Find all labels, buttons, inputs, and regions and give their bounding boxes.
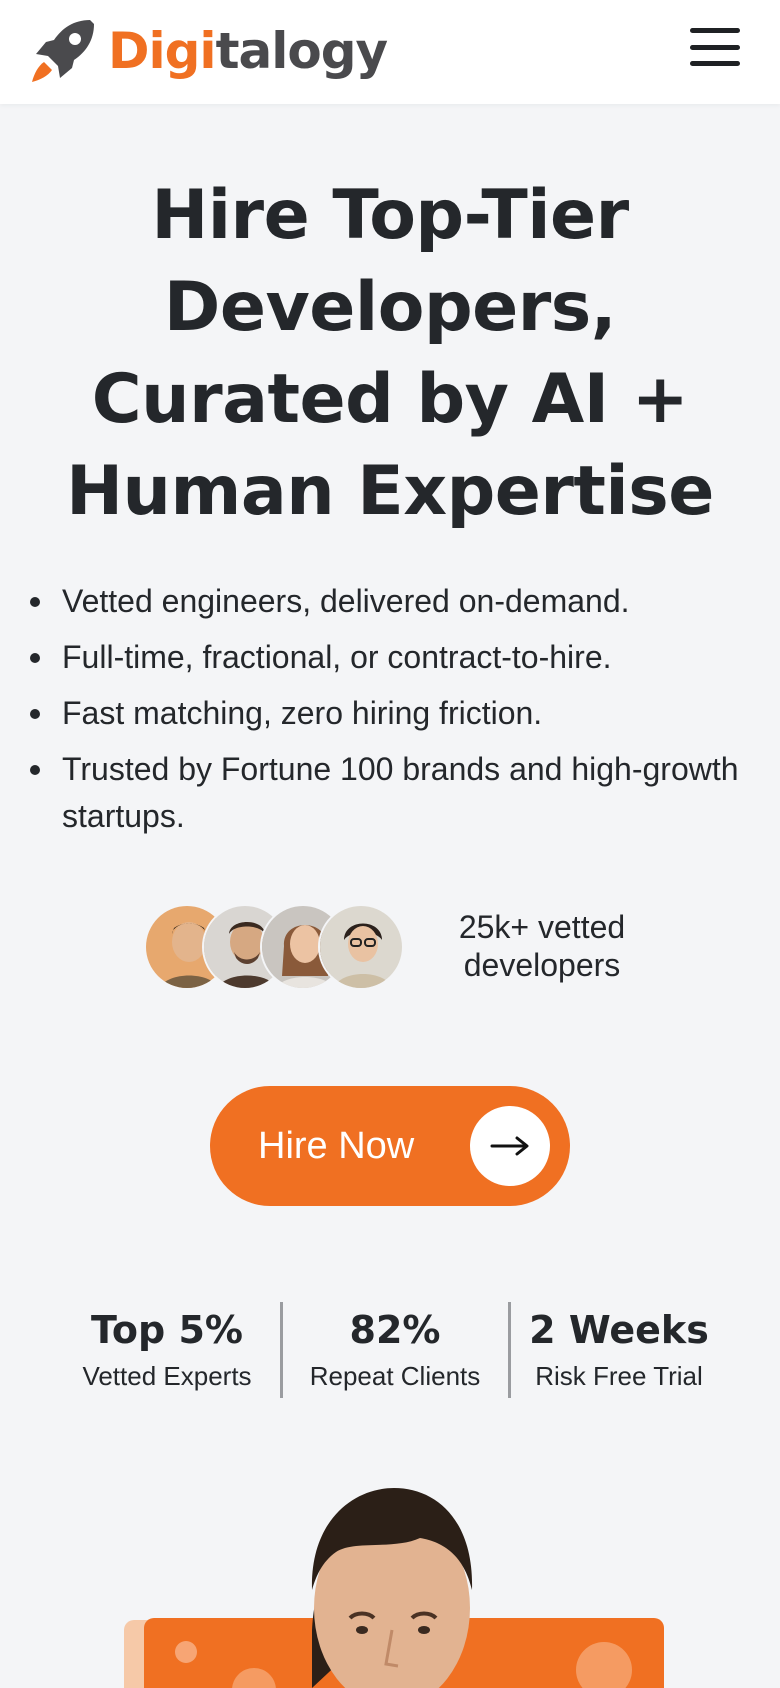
rocket-logo-icon [32,20,94,82]
hire-now-label: Hire Now [258,1125,415,1167]
hamburger-menu-icon[interactable] [690,28,740,66]
list-item: Fast matching, zero hiring friction. [28,690,748,737]
stat-divider [280,1302,283,1398]
arrow-right-icon [470,1106,550,1186]
stat-value: 2 Weeks [529,1308,709,1352]
hire-now-button[interactable]: Hire Now [210,1086,570,1206]
stat-value: Top 5% [91,1308,243,1352]
list-item: Vetted engineers, delivered on-demand. [28,578,748,625]
logo-text-part2: talogy [215,22,389,80]
logo[interactable]: Digitalogy [28,16,389,86]
stat-repeat-clients: 82% Repeat Clients [286,1300,504,1392]
developer-count-text: 25k+ vetted developers [458,909,626,983]
developer-avatar-group [144,904,404,990]
stat-label: Vetted Experts [82,1361,252,1391]
stat-divider [508,1302,511,1398]
stats-row: Top 5% Vetted Experts 82% Repeat Clients… [60,1300,720,1400]
logo-text-part1: Digi [108,22,217,80]
site-header: Digitalogy [0,0,780,104]
stat-risk-free-trial: 2 Weeks Risk Free Trial [514,1300,724,1392]
hero-title: Hire Top-Tier Developers, Curated by AI … [66,176,714,531]
hero-bullet-list: Vetted engineers, delivered on-demand. F… [28,578,748,849]
list-item: Trusted by Fortune 100 brands and high-g… [28,746,748,840]
stat-top-experts: Top 5% Vetted Experts [60,1300,274,1392]
avatar [318,904,404,990]
hero-developer-image [124,1480,664,1688]
stat-label: Risk Free Trial [535,1361,703,1391]
list-item: Full-time, fractional, or contract-to-hi… [28,634,748,681]
logo-wordmark: Digitalogy [108,16,389,86]
stat-label: Repeat Clients [309,1361,481,1391]
stat-value: 82% [349,1308,441,1352]
